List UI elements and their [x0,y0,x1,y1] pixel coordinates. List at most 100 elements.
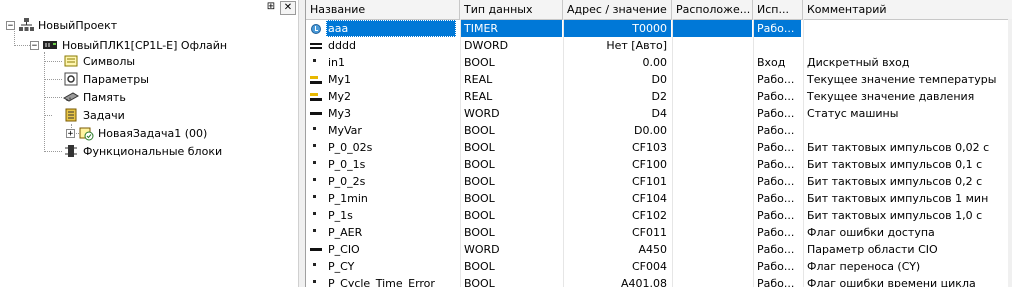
tree-item-task[interactable]: + НоваяЗадача1 (00) [66,124,207,142]
tree-item-tasks[interactable]: − Задачи [52,106,125,124]
cell-location[interactable] [672,122,752,139]
cell-usage[interactable]: Рабо... [753,275,801,287]
cell-data-type[interactable]: BOOL [460,139,562,156]
cell-usage[interactable]: Рабо... [753,139,801,156]
pane-splitter[interactable] [298,0,306,287]
cell-address[interactable]: A401.08 [563,275,671,287]
cell-address[interactable]: D0.00 [563,122,671,139]
table-row[interactable]: P_0_1s BOOL CF100 Рабо... Бит тактовых импул… [306,156,1012,173]
cell-location[interactable] [672,88,752,105]
cell-address[interactable]: CF103 [563,139,671,156]
cell-usage[interactable]: Рабо... [753,207,801,224]
tree-item-project[interactable]: − НовыйПроект [6,16,117,34]
cell-comment[interactable]: Флаг переноса (CY) [803,258,1012,275]
cell-address[interactable]: CF004 [563,258,671,275]
tree-item-symbols[interactable]: Символы [63,52,135,70]
cell-name[interactable]: P_0_1s [326,156,456,173]
table-row[interactable]: P_0_2s BOOL CF101 Рабо... Бит тактовых импул… [306,173,1012,190]
cell-comment[interactable]: Бит тактовых импульсов 0,02 с [803,139,1012,156]
cell-comment[interactable]: Текущее значение давления [803,88,1012,105]
cell-comment[interactable] [803,122,1012,139]
cell-usage[interactable]: Рабо... [753,224,801,241]
table-row[interactable]: My2 REAL D2 Рабо... Текущее значение давлени… [306,88,1012,105]
cell-address[interactable]: CF102 [563,207,671,224]
cell-address[interactable]: CF011 [563,224,671,241]
cell-usage[interactable]: Рабо... [753,105,801,122]
table-row[interactable]: P_Cycle_Time_Error BOOL A401.08 Рабо... Флаг… [306,275,1012,287]
cell-usage[interactable] [753,37,801,54]
cell-name[interactable]: My1 [326,71,456,88]
cell-comment[interactable] [803,20,1012,37]
cell-comment[interactable]: Дискретный вход [803,54,1012,71]
cell-usage[interactable]: Рабо... [753,20,801,37]
cell-name[interactable]: P_1s [326,207,456,224]
cell-name[interactable]: P_CY [326,258,456,275]
column-header-location[interactable]: Расположе... [672,0,753,19]
cell-name[interactable]: P_1min [326,190,456,207]
table-row[interactable]: P_AER BOOL CF011 Рабо... Флаг ошибки доступа [306,224,1012,241]
table-row[interactable]: P_CY BOOL CF004 Рабо... Флаг переноса (CY) [306,258,1012,275]
table-row[interactable]: P_1s BOOL CF102 Рабо... Бит тактовых импульс… [306,207,1012,224]
collapse-icon[interactable]: − [6,20,15,30]
cell-data-type[interactable]: WORD [460,241,562,258]
cell-name[interactable]: P_CIO [326,241,456,258]
column-header-address[interactable]: Адрес / значение [563,0,672,19]
cell-comment[interactable]: Бит тактовых импульсов 1,0 с [803,207,1012,224]
cell-address[interactable]: CF100 [563,156,671,173]
cell-address[interactable]: CF101 [563,173,671,190]
cell-usage[interactable]: Рабо... [753,173,801,190]
cell-address[interactable]: A450 [563,241,671,258]
cell-comment[interactable]: Флаг ошибки доступа [803,224,1012,241]
cell-usage[interactable]: Рабо... [753,71,801,88]
cell-location[interactable] [672,190,752,207]
table-row[interactable]: aaa TIMER T0000 Рабо... [306,20,1012,37]
cell-address[interactable]: D4 [563,105,671,122]
cell-name[interactable]: dddd [326,37,456,54]
cell-address[interactable]: 0.00 [563,54,671,71]
cell-name[interactable]: My3 [326,105,456,122]
cell-comment[interactable]: Бит тактовых импульсов 1 мин [803,190,1012,207]
tree-item-function-blocks[interactable]: Функциональные блоки [63,142,222,160]
cell-data-type[interactable]: BOOL [460,258,562,275]
cell-usage[interactable]: Рабо... [753,156,801,173]
cell-location[interactable] [672,20,752,37]
cell-location[interactable] [672,207,752,224]
cell-data-type[interactable]: REAL [460,71,562,88]
expand-icon[interactable]: + [66,128,75,138]
cell-data-type[interactable]: WORD [460,105,562,122]
cell-location[interactable] [672,241,752,258]
cell-data-type[interactable]: BOOL [460,207,562,224]
cell-location[interactable] [672,156,752,173]
cell-name[interactable]: My2 [326,88,456,105]
table-row[interactable]: MyVar BOOL D0.00 Рабо... [306,122,1012,139]
cell-data-type[interactable]: BOOL [460,224,562,241]
cell-data-type[interactable]: DWORD [460,37,562,54]
cell-comment[interactable]: Статус машины [803,105,1012,122]
cell-location[interactable] [672,139,752,156]
cell-name[interactable]: P_0_2s [326,173,456,190]
cell-usage[interactable]: Рабо... [753,258,801,275]
cell-usage[interactable]: Рабо... [753,190,801,207]
cell-address[interactable]: Нет [Авто] [563,37,671,54]
cell-comment[interactable]: Параметр области CIO [803,241,1012,258]
tree-item-parameters[interactable]: Параметры [63,70,149,88]
table-row[interactable]: P_1min BOOL CF104 Рабо... Бит тактовых импул… [306,190,1012,207]
collapse-icon[interactable]: − [30,40,39,50]
cell-comment[interactable]: Текущее значение температуры [803,71,1012,88]
cell-usage[interactable]: Вход [753,54,801,71]
column-header-comment[interactable]: Комментарий [803,0,1012,19]
cell-location[interactable] [672,224,752,241]
cell-comment[interactable] [803,37,1012,54]
cell-address[interactable]: D2 [563,88,671,105]
cell-name[interactable]: P_Cycle_Time_Error [326,275,456,287]
cell-data-type[interactable]: TIMER [460,20,562,37]
cell-usage[interactable]: Рабо... [753,122,801,139]
cell-location[interactable] [672,258,752,275]
cell-location[interactable] [672,275,752,287]
cell-location[interactable] [672,54,752,71]
cell-data-type[interactable]: BOOL [460,275,562,287]
cell-name[interactable]: in1 [326,54,456,71]
cell-name[interactable]: P_AER [326,224,456,241]
table-row[interactable]: My1 REAL D0 Рабо... Текущее значение темпера… [306,71,1012,88]
table-row[interactable]: P_CIO WORD A450 Рабо... Параметр области CIO [306,241,1012,258]
